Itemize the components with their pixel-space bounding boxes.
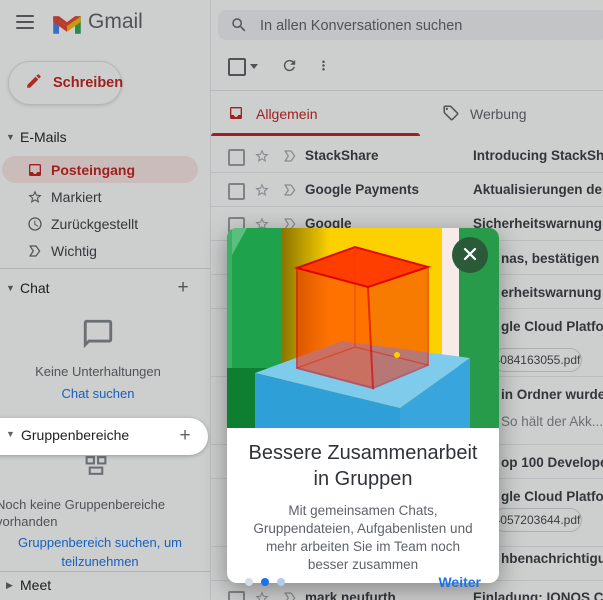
new-room-plus-icon[interactable]: + [174, 424, 196, 448]
dialog-body: Mit gemeinsamen Chats, Gruppendateien, A… [253, 503, 473, 572]
carousel-dot [245, 578, 253, 586]
gmail-window: Gmail Schreiben ▼ E-Mails Posteingang Ma… [0, 0, 603, 600]
carousel-dot [277, 578, 285, 586]
dialog-title: Bessere Zusammenarbeit in Gruppen [248, 442, 478, 490]
next-button[interactable]: Weiter [438, 574, 481, 590]
carousel-dot-active [261, 578, 269, 586]
section-header-gruppenbereiche[interactable]: ▼ Gruppenbereiche + [0, 418, 208, 455]
carousel-dots [245, 578, 285, 586]
close-button[interactable] [452, 237, 488, 273]
rooms-illustration [227, 228, 499, 428]
close-icon [463, 247, 477, 264]
chevron-down-icon: ▼ [6, 429, 15, 439]
onboarding-dialog: Bessere Zusammenarbeit in Gruppen Mit ge… [227, 228, 499, 590]
dialog-footer: Weiter [227, 574, 499, 590]
section-label: Gruppenbereiche [21, 427, 130, 443]
